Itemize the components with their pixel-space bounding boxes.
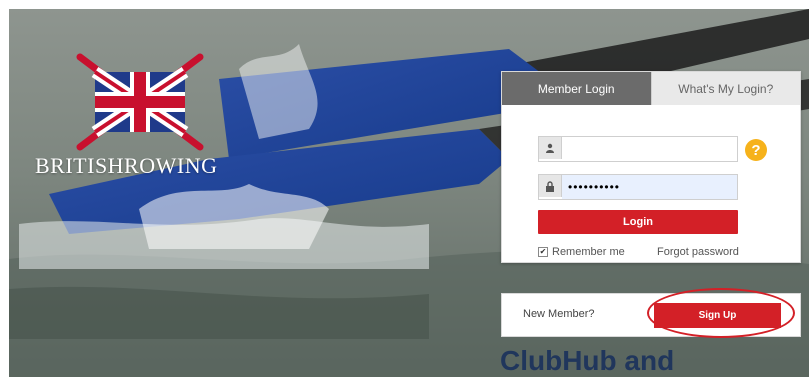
- union-jack-oars-icon: [76, 53, 204, 151]
- forgot-password-link[interactable]: Forgot password: [657, 246, 739, 258]
- username-input[interactable]: [562, 137, 737, 161]
- brand-wordmark: BRITISHROWING: [35, 153, 218, 178]
- lock-icon: [539, 175, 562, 197]
- new-member-label: New Member?: [523, 308, 595, 320]
- tab-member-login[interactable]: Member Login: [502, 72, 651, 105]
- signup-panel: New Member? Sign Up: [501, 293, 801, 337]
- password-input[interactable]: [562, 175, 737, 199]
- page-heading: ClubHub and: [500, 345, 675, 376]
- login-tabs: Member Login What's My Login?: [502, 72, 800, 105]
- user-icon: [539, 137, 562, 159]
- password-field: [538, 174, 738, 200]
- remember-me-label: Remember me: [552, 246, 625, 258]
- help-icon[interactable]: ?: [745, 139, 767, 161]
- username-field: [538, 136, 738, 162]
- login-button[interactable]: Login: [538, 210, 738, 234]
- check-icon[interactable]: ✔: [538, 247, 548, 257]
- remember-me[interactable]: ✔ Remember me: [538, 246, 625, 258]
- signup-button[interactable]: Sign Up: [654, 303, 781, 328]
- tab-whats-my-login[interactable]: What's My Login?: [650, 72, 800, 105]
- login-panel: Member Login What's My Login? ? Login ✔ …: [501, 71, 801, 263]
